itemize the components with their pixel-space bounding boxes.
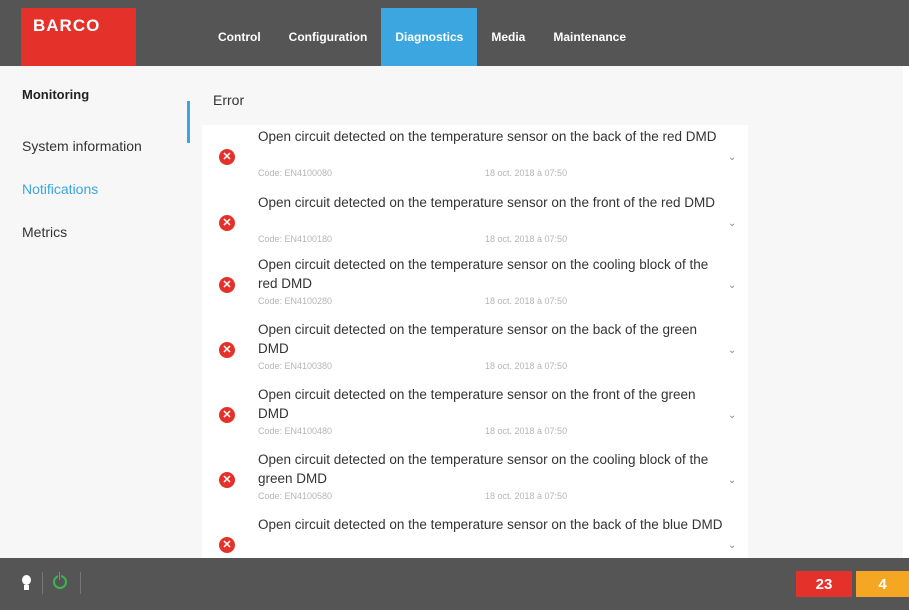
chevron-down-icon[interactable]: ⌄ [728, 475, 736, 486]
notification-item[interactable]: ✕ Open circuit detected on the temperatu… [202, 515, 748, 558]
chevron-down-icon[interactable]: ⌄ [728, 345, 736, 356]
notification-message: Open circuit detected on the temperature… [258, 129, 717, 144]
notification-item[interactable]: ✕ Open circuit detected on the temperatu… [202, 255, 748, 321]
error-icon: ✕ [219, 537, 235, 553]
sidebar-item-metrics[interactable]: Metrics [22, 224, 67, 240]
sidebar-item-system-information[interactable]: System information [22, 138, 142, 154]
notification-list[interactable]: ✕ Open circuit detected on the temperatu… [202, 125, 748, 558]
notification-code: Code: EN4100580 [258, 491, 333, 501]
notification-code: Code: EN4100280 [258, 296, 333, 306]
error-icon: ✕ [219, 472, 235, 488]
bottom-bar: 23 4 [0, 558, 909, 610]
notification-item[interactable]: ✕ Open circuit detected on the temperatu… [202, 385, 748, 451]
right-strip [903, 66, 909, 558]
tab-diagnostics[interactable]: Diagnostics [381, 8, 478, 66]
notification-item[interactable]: ✕ Open circuit detected on the temperatu… [202, 320, 748, 386]
error-icon: ✕ [219, 149, 235, 165]
notification-date: 18 oct. 2018 à 07:50 [485, 168, 568, 178]
tab-media[interactable]: Media [477, 8, 539, 66]
warning-count-badge[interactable]: 4 [856, 571, 909, 597]
notification-message: Open circuit detected on the temperature… [258, 452, 709, 486]
notification-code: Code: EN4100080 [258, 168, 333, 178]
power-icon-stem [58, 572, 61, 580]
error-icon: ✕ [219, 407, 235, 423]
barco-logo[interactable]: BARCO [21, 8, 136, 66]
notification-date: 18 oct. 2018 à 07:50 [485, 426, 568, 436]
chevron-down-icon[interactable]: ⌄ [728, 152, 736, 163]
sidebar-item-notifications[interactable]: Notifications [22, 181, 98, 197]
section-title: Error [213, 92, 245, 108]
notification-date: 18 oct. 2018 à 07:50 [485, 296, 568, 306]
notification-item[interactable]: ✕ Open circuit detected on the temperatu… [202, 450, 748, 516]
active-item-indicator [187, 101, 190, 143]
notification-code: Code: EN4100380 [258, 361, 333, 371]
tab-maintenance[interactable]: Maintenance [539, 8, 640, 66]
notification-message: Open circuit detected on the temperature… [258, 195, 715, 210]
notification-item[interactable]: ✕ Open circuit detected on the temperatu… [202, 193, 748, 259]
sidebar: Monitoring System information Notificati… [0, 66, 193, 558]
lightbulb-icon[interactable] [22, 575, 31, 591]
notification-code: Code: EN4100180 [258, 234, 333, 244]
tab-control[interactable]: Control [204, 8, 275, 66]
chevron-down-icon[interactable]: ⌄ [728, 410, 736, 421]
notification-message: Open circuit detected on the temperature… [258, 322, 698, 356]
notification-code: Code: EN4100480 [258, 426, 333, 436]
main-content: Error ✕ Open circuit detected on the tem… [193, 66, 909, 558]
tab-configuration[interactable]: Configuration [275, 8, 382, 66]
chevron-down-icon[interactable]: ⌄ [728, 280, 736, 291]
chevron-down-icon[interactable]: ⌄ [728, 218, 736, 229]
notification-message: Open circuit detected on the temperature… [258, 257, 709, 291]
notification-date: 18 oct. 2018 à 07:50 [485, 361, 568, 371]
main-nav: Control Configuration Diagnostics Media … [204, 8, 640, 66]
error-icon: ✕ [219, 277, 235, 293]
notification-message: Open circuit detected on the temperature… [258, 517, 723, 532]
notification-date: 18 oct. 2018 à 07:50 [485, 234, 568, 244]
logo-text: BARCO [33, 16, 101, 35]
divider [42, 572, 43, 594]
sidebar-heading: Monitoring [22, 87, 90, 102]
notification-date: 18 oct. 2018 à 07:50 [485, 491, 568, 501]
notification-item[interactable]: ✕ Open circuit detected on the temperatu… [202, 127, 748, 193]
chevron-down-icon[interactable]: ⌄ [728, 540, 736, 551]
notification-message: Open circuit detected on the temperature… [258, 387, 696, 421]
error-icon: ✕ [219, 342, 235, 358]
error-count-badge[interactable]: 23 [796, 571, 852, 597]
divider [80, 572, 81, 594]
error-icon: ✕ [219, 215, 235, 231]
top-bar: BARCO Control Configuration Diagnostics … [0, 0, 909, 66]
